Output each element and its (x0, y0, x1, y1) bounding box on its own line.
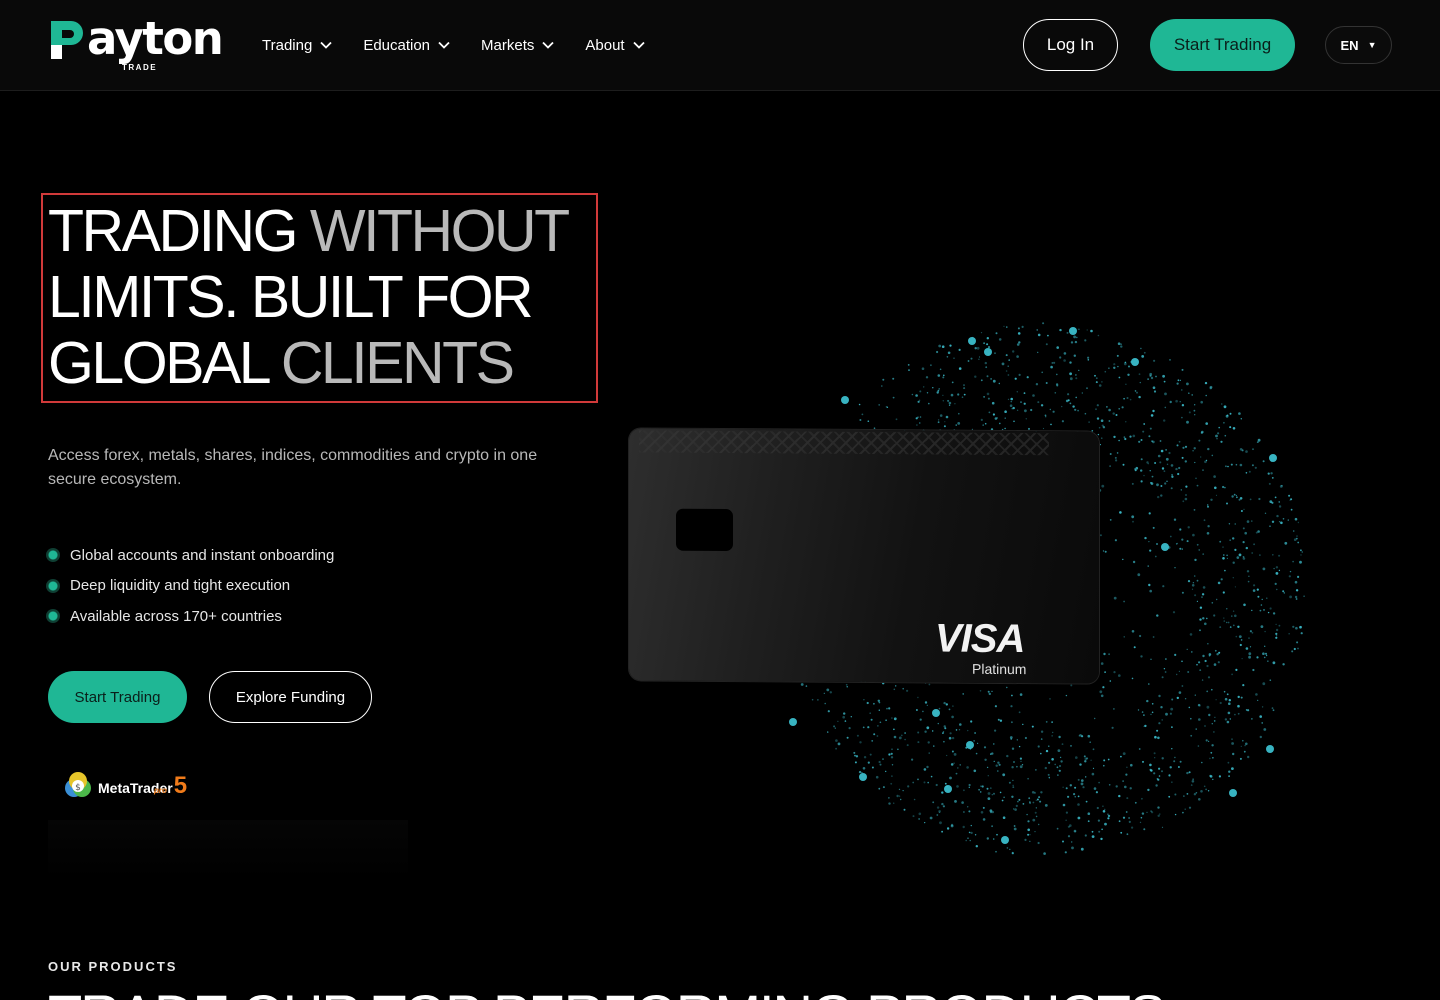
metatrader-label: MetaTrader5 pro (98, 772, 187, 800)
chevron-down-icon (438, 41, 450, 49)
bullet-dot-icon (46, 578, 60, 593)
visa-logo: VISA (935, 616, 1025, 662)
brand-sub: TRADE (122, 63, 158, 72)
main-nav: Trading Education Markets About (262, 34, 676, 56)
language-selector[interactable]: EN ▼ (1325, 26, 1392, 64)
hero-subtext: Access forex, metals, shares, indices, c… (48, 447, 538, 488)
metatrader-pro-tag: pro (154, 786, 167, 795)
card-chip (676, 508, 733, 552)
start-trading-button[interactable]: Start Trading (48, 671, 187, 723)
card-tier: Platinum (972, 660, 1027, 678)
nav-trading-label: Trading (262, 36, 313, 54)
headline-line-1-white: TRADING (48, 198, 310, 264)
decorative-panel (48, 820, 408, 880)
start-trading-header-button[interactable]: Start Trading (1150, 19, 1295, 71)
feature-item: Deep liquidity and tight execution (46, 571, 334, 602)
nav-education-label: Education (363, 36, 431, 54)
login-button[interactable]: Log In (1023, 19, 1118, 71)
bullet-dot-icon (46, 609, 60, 624)
card-pattern (639, 430, 1049, 456)
nav-markets[interactable]: Markets (481, 34, 555, 56)
payton-logo[interactable]: ayton TRADE (49, 12, 229, 75)
nav-markets-label: Markets (481, 36, 535, 54)
feature-text: Global accounts and instant onboarding (70, 546, 335, 564)
visa-card-graphic: VISA Platinum (629, 428, 1099, 684)
brand-name: ayton (87, 12, 224, 65)
metatrader-logo-icon: $ (65, 772, 91, 797)
nav-about[interactable]: About (585, 34, 645, 56)
feature-list: Global accounts and instant onboarding D… (46, 540, 334, 632)
language-label: EN (1340, 37, 1359, 53)
feature-text: Deep liquidity and tight execution (70, 577, 291, 595)
metatrader-version: 5 (173, 772, 188, 799)
site-header: ayton TRADE Trading Education Markets Ab… (0, 0, 1440, 91)
chevron-down-icon (632, 41, 645, 49)
headline-line-2: LIMITS. BUILT FOR (48, 264, 608, 330)
chevron-down-icon (320, 41, 332, 49)
headline-line-1-grey: WITHOUT (309, 198, 570, 264)
feature-text: Available across 170+ countries (70, 607, 282, 625)
feature-item: Available across 170+ countries (46, 601, 334, 632)
headline-line-1: TRADING WITHOUT (48, 198, 608, 264)
products-title: TRADE OUR TOP PERFORMING PRODUCTS (48, 985, 1166, 1000)
svg-text:$: $ (75, 783, 81, 793)
products-eyebrow: OUR PRODUCTS (48, 959, 178, 974)
metatrader-badge[interactable]: $ MetaTrader5 pro (62, 770, 187, 802)
nav-education[interactable]: Education (363, 34, 450, 56)
headline-line-3: GLOBAL CLIENTS (48, 330, 608, 396)
hero-headline: TRADING WITHOUT LIMITS. BUILT FOR GLOBAL… (48, 198, 608, 396)
caret-down-icon: ▼ (1367, 40, 1377, 50)
payton-logo-mark (51, 21, 83, 59)
headline-line-3-grey: CLIENTS (280, 330, 515, 396)
nav-trading[interactable]: Trading (262, 34, 332, 56)
nav-about-label: About (585, 36, 625, 54)
headline-line-3-white: GLOBAL (48, 330, 281, 396)
bullet-dot-icon (46, 548, 60, 563)
chevron-down-icon (542, 41, 555, 49)
explore-funding-button[interactable]: Explore Funding (209, 671, 372, 723)
feature-item: Global accounts and instant onboarding (46, 540, 334, 571)
headline-line-2-white: LIMITS. BUILT FOR (48, 264, 534, 330)
